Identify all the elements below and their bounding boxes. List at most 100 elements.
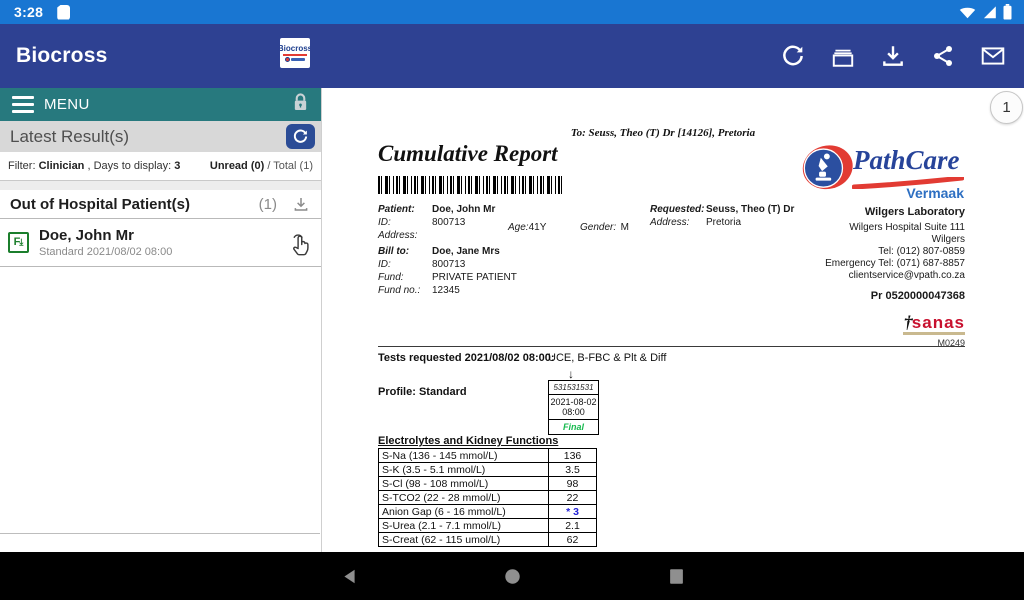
lab-address-line: Wilgers (825, 234, 965, 246)
barcode (378, 176, 563, 194)
id-label: ID: (378, 217, 391, 228)
filter-counts: Unread (0) / Total (1) (210, 160, 313, 172)
android-nav-bar (0, 552, 1024, 600)
section-divider (378, 346, 965, 347)
group-out-of-hospital[interactable]: Out of Hospital Patient(s) (1) (0, 190, 321, 219)
pathcare-wordmark: PathCare (853, 145, 960, 176)
patient-detail: Standard 2021/08/02 08:00 (39, 246, 172, 258)
share-button[interactable] (930, 43, 956, 69)
pdf-viewer[interactable]: 1 To: Seuss, Theo (T) Dr [14126], Pretor… (322, 88, 1024, 552)
sidebar-refresh-button[interactable] (286, 124, 315, 149)
patient-id: 800713 (432, 217, 465, 228)
patient-name: Doe, John Mr (39, 227, 172, 244)
test-name-cell: S-TCO2 (22 - 28 mmol/L) (379, 491, 549, 505)
tests-requested-label: Tests requested 2021/08/02 08:00: (378, 352, 555, 364)
email-icon (980, 43, 1006, 69)
address-label: Address: (378, 230, 417, 241)
patient-text: Doe, John Mr Standard 2021/08/02 08:00 (39, 227, 172, 258)
page-indicator: 1 (990, 91, 1023, 124)
sample-datetime: 2021-08-0208:00 (549, 395, 598, 420)
app-bar: Biocross Biocross (0, 24, 1024, 88)
filter-row: Filter: Clinician , Days to display: 3 U… (0, 152, 321, 181)
patient-list-item[interactable]: F⤓ Doe, John Mr Standard 2021/08/02 08:0… (0, 219, 321, 267)
biocross-logo-subbar (291, 58, 305, 61)
biocross-logo-rule (283, 54, 307, 56)
fund: PRIVATE PATIENT (432, 272, 517, 283)
group-download-icon[interactable] (291, 195, 311, 213)
refresh-button[interactable] (780, 43, 806, 69)
result-row: S-TCO2 (22 - 28 mmol/L)22 (379, 491, 597, 505)
back-icon (341, 568, 358, 585)
test-value-cell: * 3 (549, 505, 597, 519)
report-to-line: To: Seuss, Theo (T) Dr [14126], Pretoria (322, 127, 1004, 139)
vermaak-label: Vermaak (906, 185, 964, 201)
req-address-label: Address: (650, 217, 689, 228)
lab-address-line: Emergency Tel: (071) 687-8857 (825, 258, 965, 270)
download-button[interactable] (880, 43, 906, 69)
test-value-cell: 62 (549, 533, 597, 547)
pathcare-microscope-icon (798, 143, 854, 195)
share-icon (931, 44, 955, 68)
patient-name: Doe, John Mr (432, 204, 495, 215)
requested-label: Requested: (650, 204, 704, 215)
home-button[interactable] (488, 552, 536, 600)
test-value-cell: 98 (549, 477, 597, 491)
biocross-logo-sub (285, 57, 305, 62)
status-bar: 3:28 (0, 0, 1024, 24)
requested-name: Seuss, Theo (T) Dr (706, 204, 794, 215)
sanas-wordmark: sanas (912, 313, 965, 332)
result-row: S-Creat (62 - 115 umol/L)62 (379, 533, 597, 547)
pathcare-logo: PathCare Vermaak (798, 143, 966, 201)
download-icon (880, 43, 906, 69)
tap-hand-icon (288, 231, 313, 263)
group-count: (1) (259, 196, 277, 213)
result-row: S-Cl (98 - 108 mmol/L)98 (379, 477, 597, 491)
hamburger-icon[interactable] (12, 96, 34, 113)
fund-no-label: Fund no.: (378, 285, 420, 296)
test-name-cell: S-K (3.5 - 5.1 mmol/L) (379, 463, 549, 477)
menu-bar[interactable]: MENU (0, 88, 321, 121)
test-name-cell: S-Cl (98 - 108 mmol/L) (379, 477, 549, 491)
lock-icon[interactable] (292, 93, 309, 117)
test-value-cell: 3.5 (549, 463, 597, 477)
biocross-logo-text: Biocross (280, 45, 310, 53)
test-name-cell: S-Na (136 - 145 mmol/L) (379, 449, 549, 463)
clock: 3:28 (14, 4, 43, 20)
profile-label: Profile: Standard (378, 386, 467, 398)
biocross-logo: Biocross (280, 38, 310, 68)
sidebar-bottom-rule (0, 533, 320, 534)
down-arrow-icon: ↓ (568, 367, 574, 381)
back-button[interactable] (325, 552, 373, 600)
group-title: Out of Hospital Patient(s) (10, 196, 190, 213)
test-name-cell: Anion Gap (6 - 16 mmol/L) (379, 505, 549, 519)
result-row: S-K (3.5 - 5.1 mmol/L)3.5 (379, 463, 597, 477)
home-icon (504, 568, 521, 585)
fund-label: Fund: (378, 272, 404, 283)
result-column-header: 531531531 2021-08-0208:00 Final (548, 380, 599, 435)
patient-label: Patient: (378, 204, 415, 215)
test-value-cell: 2.1 (549, 519, 597, 533)
bill-id: 800713 (432, 259, 465, 270)
recents-button[interactable] (652, 552, 700, 600)
results-section-title: Electrolytes and Kidney Functions (378, 435, 558, 447)
sanas-logo: †sanas M0249 (825, 314, 965, 348)
latest-results-header: Latest Result(s) (0, 121, 321, 152)
result-row: Anion Gap (6 - 16 mmol/L)* 3 (379, 505, 597, 519)
lab-name: Wilgers Laboratory (825, 206, 965, 218)
report-title: Cumulative Report (378, 141, 558, 167)
lab-address-line: clientservice@vpath.co.za (825, 270, 965, 282)
practice-number: Pr 0520000047368 (825, 290, 965, 302)
test-value-cell: 22 (549, 491, 597, 505)
pages-icon (830, 43, 856, 69)
sanas-strip (903, 332, 965, 335)
recents-icon (668, 568, 685, 585)
app-title: Biocross (16, 44, 107, 68)
laboratory-block: Wilgers Laboratory Wilgers Hospital Suit… (825, 206, 965, 348)
result-row: S-Urea (2.1 - 7.1 mmol/L)2.1 (379, 519, 597, 533)
test-name-cell: S-Creat (62 - 115 umol/L) (379, 533, 549, 547)
email-button[interactable] (980, 43, 1006, 69)
results-table: S-Na (136 - 145 mmol/L)136S-K (3.5 - 5.1… (378, 448, 597, 547)
notification-icon (57, 5, 70, 20)
pages-button[interactable] (830, 43, 856, 69)
battery-icon (1003, 4, 1012, 20)
